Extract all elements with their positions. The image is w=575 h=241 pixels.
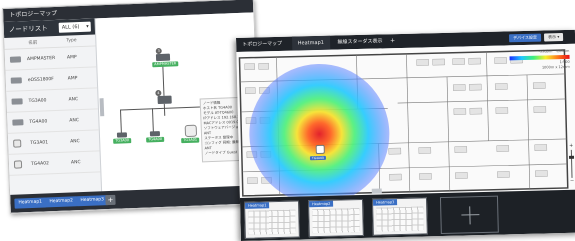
view-dropdown-button[interactable]: 表示 ▾ bbox=[543, 33, 564, 42]
switch-icon bbox=[157, 95, 172, 105]
node-tg3a00[interactable]: TG3A00 bbox=[113, 132, 132, 144]
thumbnail-label: Heatmap3 bbox=[372, 199, 398, 206]
topology-window: トポロジーマップ ノードリスト ALL (6) 名前 Type AMPMASTE… bbox=[2, 0, 262, 214]
node-row-type: AMP bbox=[66, 54, 77, 61]
access-point-icon[interactable] bbox=[315, 144, 325, 155]
switch-icon bbox=[149, 131, 161, 137]
node-row-name: TG3A01 bbox=[30, 139, 49, 146]
node-row-type: ANC bbox=[70, 159, 81, 165]
topology-link bbox=[162, 65, 165, 96]
access-point-icon bbox=[184, 124, 198, 138]
switch-icon bbox=[116, 132, 128, 138]
thumbnail-heatmap1[interactable]: Heatmap1 bbox=[244, 200, 300, 239]
access-point-icon bbox=[13, 160, 23, 169]
access-point-icon bbox=[13, 139, 22, 148]
node-eoss[interactable]: 4 bbox=[155, 89, 172, 105]
thumbnail-floor-plan bbox=[376, 206, 424, 232]
add-tab-button[interactable]: + bbox=[105, 194, 116, 206]
zoom-control[interactable]: + − bbox=[568, 143, 575, 184]
node-row-name: TG4A02 bbox=[30, 160, 49, 167]
node-ampmaster[interactable]: 3 AMPMASTER bbox=[152, 47, 179, 68]
node-label: TG3A01 bbox=[181, 137, 200, 144]
switch-icon bbox=[11, 98, 23, 105]
node-row-name: TG3A00 bbox=[28, 97, 47, 104]
node-row-type: ANC bbox=[69, 117, 80, 123]
node-filter-select[interactable]: ALL (6) bbox=[58, 21, 91, 33]
node-row-type: ANC bbox=[68, 96, 79, 103]
node-row-type: AMP bbox=[67, 75, 78, 82]
zoom-out-button[interactable]: − bbox=[570, 178, 575, 184]
switch-icon bbox=[155, 53, 171, 62]
thumbnail-label: Heatmap2 bbox=[309, 200, 334, 208]
switch-icon bbox=[9, 56, 22, 63]
tab-heatmap1-active[interactable]: Heatmap1 bbox=[291, 35, 331, 51]
thumbnail-heatmap2[interactable]: Heatmap2 bbox=[307, 198, 364, 238]
topology-link bbox=[163, 103, 166, 116]
heatmap-thumbnail-strip: Heatmap1 Heatmap2 Heatmap3 bbox=[239, 189, 575, 241]
thumbnail-label: Heatmap1 bbox=[245, 202, 270, 209]
switch-icon bbox=[10, 77, 22, 84]
tab-heatmap2[interactable]: Heatmap2 bbox=[45, 196, 78, 208]
node-label: TG3A00 bbox=[113, 138, 132, 144]
node-row[interactable]: TG4A02 ANC bbox=[8, 151, 101, 176]
tab-wireless-status[interactable]: 無線スターダス表示 bbox=[337, 38, 382, 45]
heatmap-window: トポロジーマップ Heatmap1 無線スターダス表示 + デバイス設定 表示 … bbox=[236, 29, 575, 241]
topology-link bbox=[151, 108, 154, 134]
node-label: TG4A00 bbox=[146, 136, 165, 143]
device-settings-button[interactable]: デバイス設定 bbox=[508, 33, 542, 43]
zoom-track bbox=[570, 149, 573, 178]
thumbnail-floor-plan bbox=[312, 208, 360, 234]
node-list-title: ノードリスト bbox=[8, 24, 48, 34]
column-name[interactable]: 名前 bbox=[28, 39, 66, 46]
node-label: AMPMASTER bbox=[152, 61, 179, 68]
topology-link bbox=[119, 109, 122, 135]
zoom-in-button[interactable]: + bbox=[569, 143, 574, 149]
node-row-name: eOSS1800F bbox=[27, 76, 54, 83]
add-tab-button[interactable]: + bbox=[390, 37, 395, 44]
legend-max-label: -20dBm bbox=[555, 48, 570, 54]
legend-min-label: -55dBm bbox=[538, 49, 553, 54]
node-tg4a00[interactable]: TG4A00 bbox=[146, 131, 165, 143]
thumbnail-heatmap3[interactable]: Heatmap3 bbox=[371, 197, 428, 236]
thumbnail-floor-plan bbox=[248, 209, 296, 235]
add-heatmap-button[interactable] bbox=[439, 195, 499, 235]
node-row-name: AMPMASTER bbox=[26, 55, 56, 62]
access-point-label: TG4A00 bbox=[309, 155, 326, 161]
floor-plan-heatmap[interactable]: -55dBm -20dBm 1:500 1000m x 12mm + − TG4… bbox=[236, 43, 575, 198]
zoom-slider-handle[interactable] bbox=[568, 155, 575, 159]
signal-legend: -55dBm -20dBm 1:500 1000m x 12mm bbox=[509, 48, 570, 70]
tab-heatmap3[interactable]: Heatmap3 bbox=[76, 195, 109, 207]
legend-scale-row: -55dBm -20dBm bbox=[509, 48, 570, 54]
node-row-type: ANC bbox=[70, 138, 80, 144]
node-row-name: TG4A00 bbox=[29, 118, 48, 125]
tab-heatmap1[interactable]: Heatmap1 bbox=[14, 197, 47, 209]
thumbnail-toggle-handle[interactable] bbox=[371, 188, 382, 194]
switch-icon bbox=[12, 119, 24, 126]
column-type[interactable]: Type bbox=[66, 38, 77, 44]
breadcrumb[interactable]: トポロジーマップ bbox=[242, 41, 282, 48]
canvas-scroll-handle[interactable] bbox=[99, 98, 105, 117]
node-tg3a01[interactable]: TG3A01 bbox=[181, 124, 200, 144]
node-list-sidebar: ノードリスト ALL (6) 名前 Type AMPMASTER AMP eOS… bbox=[3, 18, 103, 213]
